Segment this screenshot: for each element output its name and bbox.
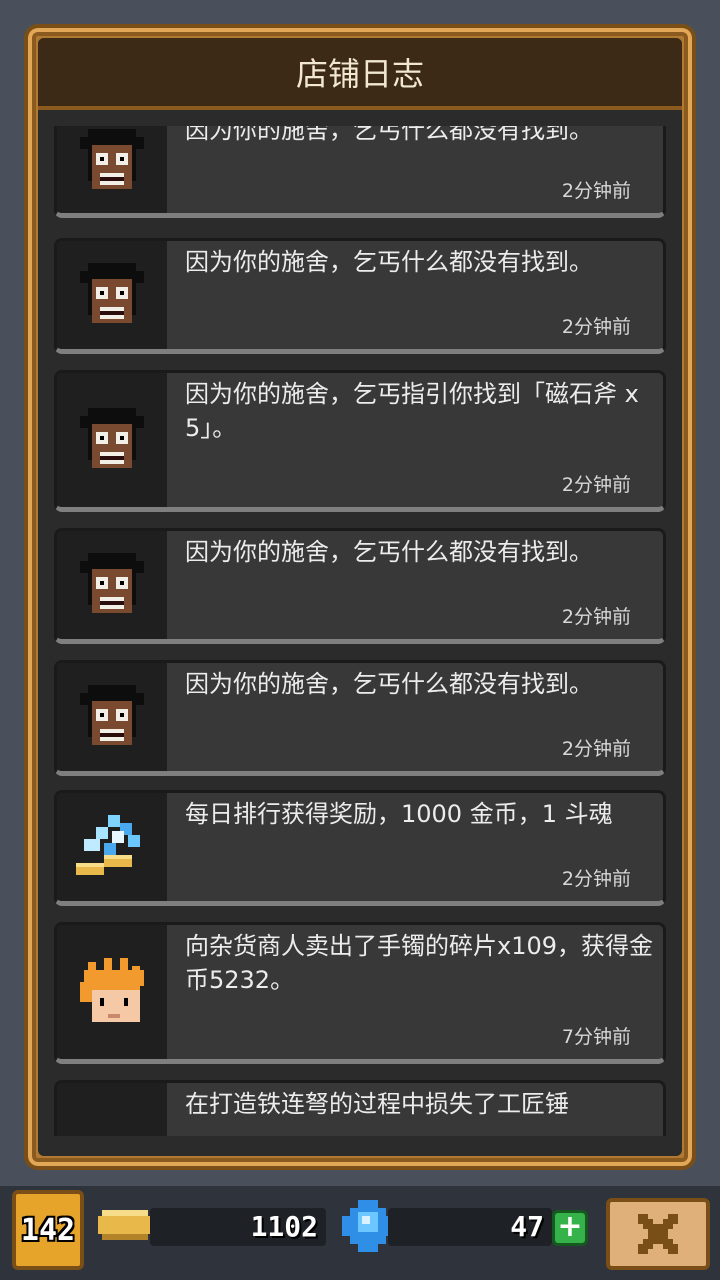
entry-icon-box xyxy=(57,373,167,507)
entry-time: 2分钟前 xyxy=(561,738,631,760)
beggar-icon xyxy=(80,408,144,468)
close-button[interactable] xyxy=(606,1198,710,1270)
gem-counter: 47 xyxy=(388,1208,552,1246)
entry-message: 因为你的施舍，乞丐指引你找到「磁石斧 x 5」。 xyxy=(185,380,639,442)
entry-message: 因为你的施舍，乞丐什么都没有找到。 xyxy=(185,538,593,566)
gold-value: 1102 xyxy=(250,1210,318,1243)
entry-time: 7分钟前 xyxy=(561,1026,631,1048)
log-entry: 因为你的施舍，乞丐什么都没有找到。 2分钟前 xyxy=(54,528,666,644)
add-gems-button[interactable]: + xyxy=(552,1210,588,1246)
beggar-icon xyxy=(80,129,144,189)
beggar-icon xyxy=(80,263,144,323)
entry-icon-box xyxy=(57,1083,167,1136)
log-entry: 因为你的施舍，乞丐什么都没有找到。 2分钟前 xyxy=(54,238,666,354)
entry-icon-box xyxy=(57,531,167,639)
page-title: 店铺日志 xyxy=(295,55,424,93)
coin-icon xyxy=(96,1206,154,1244)
entry-icon-box xyxy=(57,663,167,771)
close-icon xyxy=(638,1214,678,1254)
log-list[interactable]: 因为你的施舍，乞丐什么都没有找到。 2分钟前 因为你的施舍，乞丐什么都没有找到。… xyxy=(38,126,682,1136)
level-badge: 142 xyxy=(12,1190,84,1270)
entry-time: 2分钟前 xyxy=(561,606,631,628)
shop-log-panel: 店铺日志 因为你的施舍，乞丐什么都没有找到。 2分钟前 因为你的施舍，乞丐什么都… xyxy=(38,38,682,1156)
entry-time: 2分钟前 xyxy=(561,474,631,496)
log-entry: 每日排行获得奖励，1000 金币，1 斗魂 2分钟前 xyxy=(54,790,666,906)
log-entry: 因为你的施舍，乞丐什么都没有找到。 2分钟前 xyxy=(54,126,666,218)
gem-icon xyxy=(342,1200,394,1252)
entry-message: 因为你的施舍，乞丐什么都没有找到。 xyxy=(185,670,593,698)
entry-message: 每日排行获得奖励，1000 金币，1 斗魂 xyxy=(185,800,613,828)
panel-header: 店铺日志 xyxy=(38,38,682,110)
entry-time: 2分钟前 xyxy=(561,316,631,338)
level-value: 142 xyxy=(20,1212,76,1248)
log-entry: 因为你的施舍，乞丐指引你找到「磁石斧 x 5」。 2分钟前 xyxy=(54,370,666,512)
entry-icon-box xyxy=(57,925,167,1059)
entry-message: 因为你的施舍，乞丐什么都没有找到。 xyxy=(185,248,593,276)
log-entry: 向杂货商人卖出了手镯的碎片x109，获得金币5232。 7分钟前 xyxy=(54,922,666,1064)
log-entry: 因为你的施舍，乞丐什么都没有找到。 2分钟前 xyxy=(54,660,666,776)
entry-time: 2分钟前 xyxy=(561,180,631,202)
gem-value: 47 xyxy=(510,1210,544,1243)
merchant-icon xyxy=(80,958,144,1022)
entry-time: 2分钟前 xyxy=(561,868,631,890)
entry-message: 在打造铁连弩的过程中损失了工匠锤 xyxy=(185,1090,569,1118)
beggar-icon xyxy=(80,685,144,745)
plus-icon: + xyxy=(557,1209,583,1244)
entry-icon-box xyxy=(57,126,167,213)
gold-counter: 1102 xyxy=(150,1208,326,1246)
log-entry: 在打造铁连弩的过程中损失了工匠锤 xyxy=(54,1080,666,1136)
entry-message: 向杂货商人卖出了手镯的碎片x109，获得金币5232。 xyxy=(185,932,654,994)
entry-message: 因为你的施舍，乞丐什么都没有找到。 xyxy=(185,126,593,144)
gems-coins-icon xyxy=(76,815,140,875)
beggar-icon xyxy=(80,553,144,613)
entry-icon-box xyxy=(57,793,167,901)
entry-icon-box xyxy=(57,241,167,349)
